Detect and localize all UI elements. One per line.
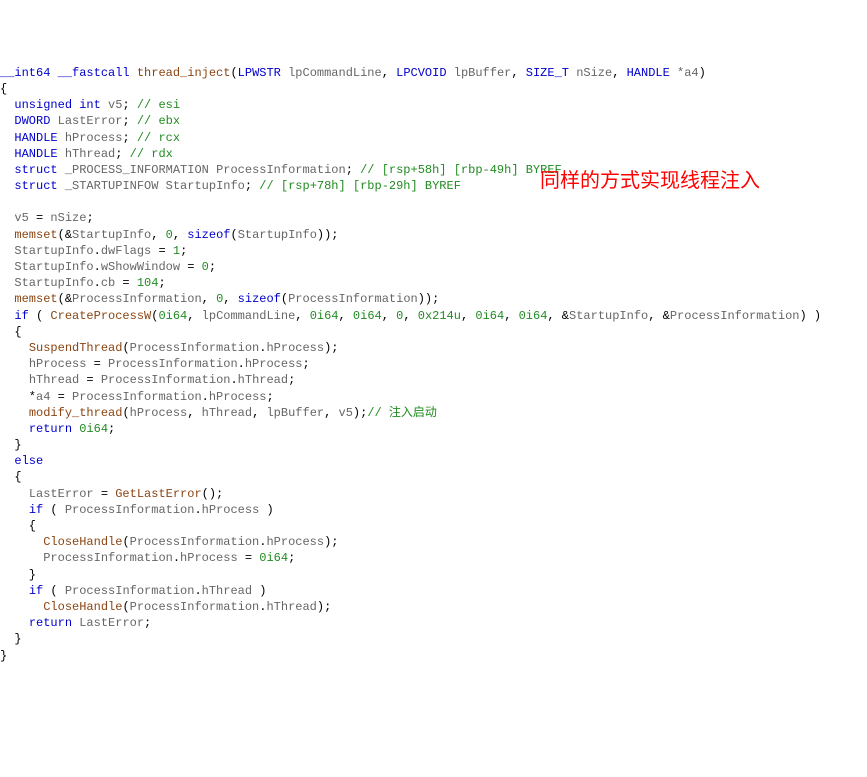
red-annotation: 同样的方式实现线程注入 (540, 168, 760, 195)
call-conv: __fastcall (58, 66, 130, 80)
func-name: thread_inject (137, 66, 231, 80)
code-block: __int64 __fastcall thread_inject(LPWSTR … (0, 65, 867, 664)
ret-type: __int64 (0, 66, 50, 80)
